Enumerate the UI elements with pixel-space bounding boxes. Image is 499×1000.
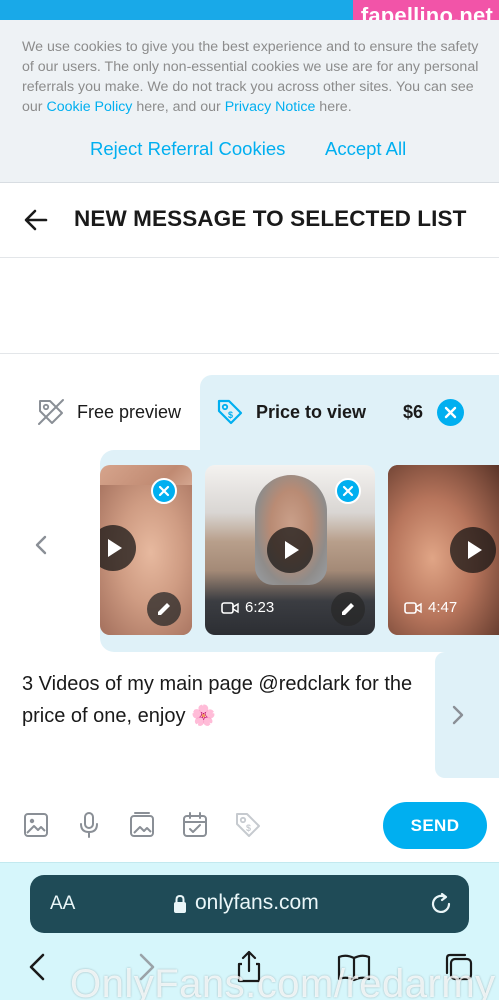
edit-media-button[interactable] bbox=[147, 592, 181, 626]
back-icon[interactable] bbox=[20, 949, 56, 985]
price-tag-icon[interactable]: $ bbox=[233, 810, 263, 840]
cookie-text-part: here, and our bbox=[132, 99, 225, 115]
accept-all-button[interactable]: Accept All bbox=[325, 138, 406, 160]
gallery-icon[interactable] bbox=[127, 810, 157, 840]
pencil-icon bbox=[158, 603, 170, 615]
reload-icon[interactable] bbox=[428, 891, 454, 917]
send-button[interactable]: SEND bbox=[383, 802, 487, 849]
clear-price-button[interactable] bbox=[437, 399, 464, 426]
pencil-icon bbox=[342, 603, 354, 615]
preview-tabs: Free preview $ Price to view $6 bbox=[0, 355, 499, 450]
calendar-icon[interactable] bbox=[180, 810, 210, 840]
privacy-notice-link[interactable]: Privacy Notice bbox=[225, 99, 316, 115]
svg-text:$: $ bbox=[246, 823, 251, 833]
play-icon[interactable] bbox=[267, 527, 313, 573]
cookie-text-part: here. bbox=[315, 99, 352, 115]
recipients-area[interactable] bbox=[0, 258, 499, 354]
cookie-banner: We use cookies to give you the best expe… bbox=[0, 20, 499, 183]
tab-free-preview-label: Free preview bbox=[77, 402, 182, 422]
chevron-left-icon[interactable] bbox=[30, 533, 54, 557]
page-title: NEW MESSAGE TO SELECTED LIST bbox=[74, 206, 467, 231]
url-text[interactable]: onlyfans.com bbox=[195, 891, 319, 915]
remove-media-button[interactable] bbox=[151, 478, 177, 504]
reject-referral-cookies-button[interactable]: Reject Referral Cookies bbox=[90, 138, 285, 160]
address-bar[interactable]: AA onlyfans.com bbox=[30, 875, 469, 933]
duration-label: 6:23 bbox=[245, 599, 275, 616]
video-duration: 6:23 bbox=[221, 599, 274, 616]
close-icon bbox=[342, 485, 354, 497]
price-tag-icon: $ bbox=[217, 399, 243, 425]
page-header: NEW MESSAGE TO SELECTED LIST bbox=[0, 184, 499, 258]
media-thumbnail[interactable]: 4:47 bbox=[388, 465, 499, 635]
tab-free-preview[interactable]: Free preview bbox=[0, 375, 200, 450]
remove-media-button[interactable] bbox=[335, 478, 361, 504]
image-icon[interactable] bbox=[21, 810, 51, 840]
svg-text:$: $ bbox=[228, 410, 233, 420]
free-tag-icon bbox=[38, 399, 64, 425]
tab-price-to-view[interactable]: $ Price to view $6 bbox=[200, 375, 499, 450]
media-thumbnail[interactable] bbox=[100, 465, 192, 635]
duration-label: 4:47 bbox=[428, 599, 458, 616]
cookie-policy-link[interactable]: Cookie Policy bbox=[46, 99, 132, 115]
cookie-text: We use cookies to give you the best expe… bbox=[22, 37, 482, 117]
microphone-icon[interactable] bbox=[74, 810, 104, 840]
media-thumbnail[interactable]: 6:23 bbox=[205, 465, 375, 635]
play-icon[interactable] bbox=[450, 527, 496, 573]
close-icon bbox=[158, 485, 170, 497]
tab-price-label: Price to view bbox=[256, 402, 367, 422]
message-input[interactable]: 3 Videos of my main page @redclark for t… bbox=[22, 668, 422, 732]
close-icon bbox=[444, 406, 457, 419]
video-camera-icon bbox=[404, 601, 422, 614]
video-camera-icon bbox=[221, 601, 239, 614]
lock-icon bbox=[174, 894, 186, 913]
chevron-right-icon[interactable] bbox=[445, 703, 469, 727]
text-size-button[interactable]: AA bbox=[50, 893, 75, 915]
price-amount[interactable]: $6 bbox=[403, 402, 423, 423]
edit-media-button[interactable] bbox=[331, 592, 365, 626]
bottom-watermark: OnlyFans.com/redarmy bbox=[70, 962, 496, 1000]
arrow-left-icon[interactable] bbox=[22, 206, 50, 234]
video-duration: 4:47 bbox=[404, 599, 457, 616]
